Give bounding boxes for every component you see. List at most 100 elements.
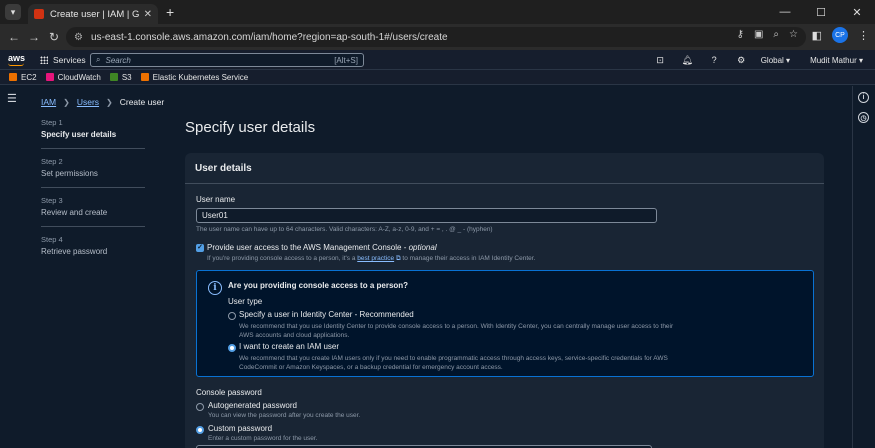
aws-logo-text: aws <box>8 52 26 63</box>
radio-autogenerated-password[interactable] <box>196 403 204 411</box>
back-icon[interactable]: ← <box>4 30 24 44</box>
forward-icon[interactable]: → <box>24 30 44 44</box>
omnibox-icons: ⚷ ▣ ⌕ ☆ <box>737 29 798 40</box>
user-type-label: User type <box>228 297 263 306</box>
address-toolbar: ← → ↻ ⚙ us-east-1.console.aws.amazon.com… <box>0 24 875 50</box>
search-shortcut: [Alt+S] <box>334 55 358 65</box>
favorite-ec2[interactable]: EC2 <box>9 73 37 82</box>
radio-identity-center[interactable] <box>228 312 236 320</box>
region-selector[interactable]: Global ▾ <box>761 56 790 65</box>
bookmark-star-icon[interactable]: ☆ <box>789 29 798 40</box>
s3-icon <box>109 73 118 81</box>
search-placeholder: Search <box>105 55 131 65</box>
aws-logo[interactable]: aws <box>8 52 26 66</box>
identity-center-label[interactable]: Specify a user in Identity Center - Reco… <box>239 310 414 319</box>
url-bar[interactable]: ⚙ us-east-1.console.aws.amazon.com/iam/h… <box>66 27 806 47</box>
services-label: Services <box>53 54 86 65</box>
aws-favicon-icon <box>34 9 44 19</box>
aws-smile-icon <box>8 63 24 66</box>
page-title: Specify user details <box>185 119 316 136</box>
menu-kebab-icon[interactable]: ⋮ <box>858 29 869 42</box>
breadcrumb-users[interactable]: Users <box>77 97 99 107</box>
user-name-label: User name <box>196 195 236 204</box>
eks-icon <box>140 73 149 81</box>
iam-user-desc-1: We recommend that you create IAM users o… <box>239 355 668 362</box>
console-password-label: Console password <box>196 388 262 397</box>
wizard-steps: Step 1 Specify user details Step 2 Set p… <box>41 118 145 273</box>
region-label: Global <box>760 55 784 65</box>
close-window-icon[interactable]: ✕ <box>839 6 875 19</box>
user-name-input[interactable] <box>196 208 657 223</box>
console-access-checkbox[interactable]: ✓ <box>196 244 204 252</box>
help-icon[interactable]: ? <box>701 55 728 65</box>
console-access-info-box: i Are you providing console access to a … <box>196 270 814 377</box>
step-name: Retrieve password <box>41 247 108 256</box>
profile-avatar[interactable]: CP <box>832 27 848 43</box>
favorite-s3[interactable]: S3 <box>109 73 132 82</box>
info-title: Are you providing console access to a pe… <box>228 281 409 290</box>
info-icon[interactable]: i <box>858 92 869 103</box>
services-menu[interactable]: Services <box>40 55 86 65</box>
radio-iam-user[interactable] <box>228 344 236 352</box>
zoom-icon[interactable]: ⌕ <box>773 29 779 40</box>
breadcrumb: IAM ❯ Users ❯ Create user <box>41 97 164 107</box>
hint-text: to manage their access in IAM Identity C… <box>400 255 536 262</box>
breadcrumb-iam[interactable]: IAM <box>41 97 56 107</box>
notifications-bell-icon[interactable]: 🔔︎ <box>674 55 701 66</box>
iam-user-label[interactable]: I want to create an IAM user <box>239 342 339 351</box>
breadcrumb-current: Create user <box>119 97 165 107</box>
radio-custom-password[interactable] <box>196 426 204 434</box>
step-name: Set permissions <box>41 169 98 178</box>
key-icon[interactable]: ⚷ <box>737 29 744 40</box>
url-text: us-east-1.console.aws.amazon.com/iam/hom… <box>90 31 448 43</box>
autogenerated-password-label[interactable]: Autogenerated password <box>208 401 297 410</box>
search-input[interactable]: ⌕ Search [Alt+S] <box>90 53 364 67</box>
favorite-eks[interactable]: Elastic Kubernetes Service <box>140 72 249 82</box>
close-tab-icon[interactable]: ✕ <box>144 9 152 20</box>
console-access-label: Provide user access to the AWS Managemen… <box>207 243 437 252</box>
browser-actions: ◧ CP ⋮ <box>812 27 869 43</box>
grid-icon <box>40 55 48 64</box>
site-info-icon[interactable]: ⚙ <box>74 32 83 43</box>
hamburger-menu-icon[interactable]: ☰ <box>7 92 17 105</box>
identity-center-desc-2: AWS accounts and cloud applications. <box>239 332 350 339</box>
info-icon: i <box>208 281 222 295</box>
cloudwatch-icon <box>45 73 54 81</box>
favorite-label: CloudWatch <box>57 72 101 82</box>
sidepanel-icon[interactable]: ◧ <box>812 29 822 42</box>
reload-icon[interactable]: ↻ <box>44 30 64 44</box>
account-menu[interactable]: Mudit Mathur ▾ <box>810 56 863 65</box>
ec2-icon <box>9 73 17 81</box>
favorite-label: EC2 <box>21 72 37 82</box>
settings-gear-icon[interactable]: ⚙ <box>728 55 755 66</box>
step-1: Step 1 Specify user details <box>41 118 145 149</box>
tab-title: Create user | IAM | Global <box>50 8 140 20</box>
cloudshell-icon[interactable]: ⊡ <box>647 55 674 66</box>
header-actions: ⊡ 🔔︎ ? ⚙ Global ▾ Mudit Mathur ▾ <box>647 50 875 70</box>
custom-password-label[interactable]: Custom password <box>208 424 272 433</box>
browser-tab[interactable]: Create user | IAM | Global ✕ <box>28 4 158 24</box>
chevron-right-icon: ❯ <box>63 97 70 107</box>
new-tab-icon[interactable]: + <box>166 4 174 20</box>
custom-password-desc: Enter a custom password for the user. <box>208 435 318 442</box>
favorite-cloudwatch[interactable]: CloudWatch <box>45 72 101 82</box>
step-4: Step 4 Retrieve password <box>41 235 145 265</box>
browser-tab-bar: ▾ Create user | IAM | Global ✕ + — ☐ ✕ <box>0 0 875 24</box>
container-header: User details <box>185 153 824 184</box>
best-practice-link[interactable]: best practice <box>357 255 394 262</box>
clock-icon[interactable]: ◷ <box>858 112 869 123</box>
step-number: Step 3 <box>41 196 63 205</box>
autogenerated-password-desc: You can view the password after you crea… <box>208 412 361 419</box>
chevron-right-icon: ❯ <box>106 97 113 107</box>
maximize-icon[interactable]: ☐ <box>803 6 839 19</box>
right-utility-rail: i ◷ <box>852 86 875 448</box>
favorite-label: Elastic Kubernetes Service <box>152 72 249 82</box>
console-access-hint: If you're providing console access to a … <box>207 255 535 263</box>
tab-search-icon[interactable]: ▾ <box>5 4 21 20</box>
user-name-hint: The user name can have up to 64 characte… <box>196 226 493 233</box>
window-controls: — ☐ ✕ <box>767 0 875 24</box>
translate-icon[interactable]: ▣ <box>754 29 763 40</box>
console-access-text: Provide user access to the AWS Managemen… <box>207 243 409 252</box>
minimize-icon[interactable]: — <box>767 6 803 18</box>
step-name: Review and create <box>41 208 108 217</box>
